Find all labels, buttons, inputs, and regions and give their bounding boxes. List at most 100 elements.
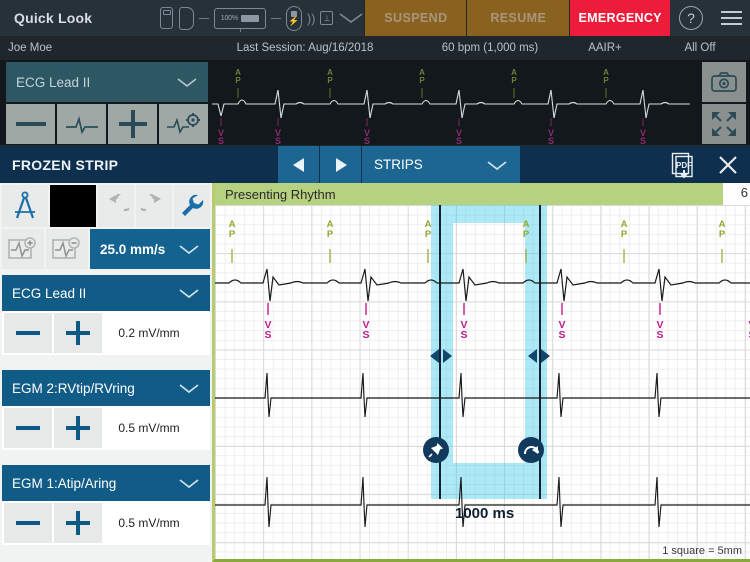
svg-text:P: P (511, 76, 517, 85)
channel-panel-0: ECG Lead II 0.2 mV/mm (2, 275, 210, 355)
caliper-handle-right[interactable] (527, 348, 551, 364)
undo-button[interactable] (98, 185, 134, 227)
battery-icon: 100% (213, 7, 266, 32)
svg-text:S: S (640, 136, 646, 145)
ap-labels-ecg: AP AP AP AP AP AP (229, 219, 726, 240)
chevron-down-icon[interactable] (338, 11, 364, 25)
svg-text:S: S (558, 329, 565, 341)
svg-text:P: P (425, 229, 432, 240)
sweep-speed-dropdown[interactable]: 25.0 mm/s (90, 229, 210, 269)
device-tablet-icon (178, 6, 194, 30)
strips-label: STRIPS (374, 157, 423, 172)
trace-ecg-lead-ii (215, 268, 750, 302)
hamburger-menu-button[interactable] (712, 0, 750, 36)
svg-text:S: S (548, 136, 554, 145)
strip-tools-panel: 25.0 mm/s ECG Lead II 0.2 mV/mm EGM 2:RV… (0, 183, 212, 562)
settings-wrench-button[interactable] (174, 185, 210, 227)
undo-icon (109, 194, 129, 212)
expand-arrows-icon (712, 112, 736, 136)
vs-ticks-ecg (267, 303, 661, 315)
magnet-icon: ⊥ (320, 11, 334, 25)
telemetry-icon: )) (306, 10, 316, 26)
device-status-icons: 100% ⚡ )) ⊥ (159, 0, 365, 36)
svg-text:P: P (235, 76, 241, 85)
channel-gain-plus-0[interactable] (54, 313, 102, 353)
ecg-settings-icon[interactable] (159, 104, 208, 144)
waveform-grid[interactable]: AP AP AP AP AP AP VS VS VS VS V S 1000 m… (215, 205, 750, 559)
therapy-status: All Off (684, 42, 716, 54)
help-button[interactable]: ? (670, 0, 712, 36)
channel-gain-plus-2[interactable] (54, 503, 102, 543)
live-gain-minus-button[interactable] (6, 104, 55, 144)
help-icon: ? (679, 6, 704, 30)
menu-line-3 (720, 23, 742, 26)
connector-line-2 (270, 17, 281, 19)
live-lead-selector[interactable]: ECG Lead II (6, 62, 208, 102)
redo-button[interactable] (136, 185, 172, 227)
live-gain-plus-button[interactable] (108, 104, 157, 144)
pill-device-icon: ⚡ (285, 5, 302, 31)
rotate-button[interactable] (518, 437, 544, 463)
caliper-tool-button[interactable] (2, 185, 48, 227)
channel-controls-2: 0.5 mV/mm (2, 501, 210, 545)
waveform-zoom-in-button[interactable] (2, 229, 44, 269)
svg-text:P: P (327, 229, 334, 240)
resume-button[interactable]: RESUME (467, 0, 571, 36)
svg-text:S: S (656, 329, 663, 341)
emergency-button[interactable]: EMERGENCY (570, 0, 671, 36)
svg-text:P: P (719, 229, 726, 240)
sweep-speed-value: 25.0 mm/s (100, 241, 166, 257)
channel-gain-minus-2[interactable] (4, 503, 52, 543)
svg-text:S: S (275, 136, 281, 145)
strips-dropdown[interactable]: STRIPS (362, 146, 520, 183)
camera-icon (711, 72, 737, 92)
next-strip-button[interactable] (320, 146, 362, 183)
prev-strip-button[interactable] (278, 146, 320, 183)
tool-blank-slot (50, 185, 96, 227)
channel-controls-1: 0.5 mV/mm (2, 406, 210, 450)
ecg-wave-icon[interactable] (57, 104, 106, 144)
wrench-icon (182, 194, 204, 216)
channel-controls-0: 0.2 mV/mm (2, 311, 210, 355)
frozen-strip-toolbar: FROZEN STRIP STRIPS PDF (0, 146, 750, 183)
svg-text:S: S (362, 329, 369, 341)
frozen-strip-chart: Presenting Rhythm 6 A P A P A P A P A P … (212, 183, 750, 562)
patient-name: Joe Moe (8, 42, 53, 54)
channel-panel-1: EGM 2:RVtip/RVring 0.5 mV/mm (2, 370, 210, 450)
chevron-down-icon (178, 243, 200, 255)
channel-gain-plus-1[interactable] (54, 408, 102, 448)
chevron-down-icon (486, 159, 508, 171)
battery-percent: 100% (220, 14, 238, 22)
rhythm-number: 6 (740, 185, 748, 200)
live-lead-label: ECG Lead II (16, 74, 91, 90)
channel-selector-0[interactable]: ECG Lead II (2, 275, 210, 311)
svg-text:S: S (264, 329, 271, 341)
expand-button[interactable] (702, 104, 746, 144)
channel-gain-minus-1[interactable] (4, 408, 52, 448)
channel-gain-minus-0[interactable] (4, 313, 52, 353)
screenshot-button[interactable] (702, 62, 746, 102)
svg-text:P: P (523, 229, 530, 240)
channel-selector-2[interactable]: EGM 1:Atip/Aring (2, 465, 210, 501)
rate-indicator: 60 bpm (1,000 ms) (441, 42, 539, 54)
channel-label-0: ECG Lead II (12, 285, 87, 301)
live-waveform-canvas: AP AP AP AP AP VS VS VS VS VS V S (212, 60, 690, 145)
suspend-button[interactable]: SUSPEND (364, 0, 468, 36)
export-pdf-button[interactable]: PDF (662, 146, 706, 183)
close-button[interactable] (706, 146, 750, 183)
caliper-handle-left[interactable] (429, 348, 453, 364)
channel-label-2: EGM 1:Atip/Aring (12, 475, 117, 491)
svg-text:S: S (456, 136, 462, 145)
svg-text:S: S (364, 136, 370, 145)
tool-row-primary (2, 185, 210, 227)
chevron-down-icon (176, 76, 198, 88)
svg-text:P: P (229, 229, 236, 240)
connector-line-1 (198, 17, 209, 19)
pacing-mode: AAIR+ (588, 42, 622, 54)
pin-button[interactable] (423, 437, 449, 463)
waveform-zoom-out-button[interactable] (46, 229, 88, 269)
svg-text:P: P (419, 76, 425, 85)
channel-selector-1[interactable]: EGM 2:RVtip/RVring (2, 370, 210, 406)
patient-status-bar: Joe Moe Last Session: Aug/16/2018 60 bpm… (0, 36, 750, 60)
